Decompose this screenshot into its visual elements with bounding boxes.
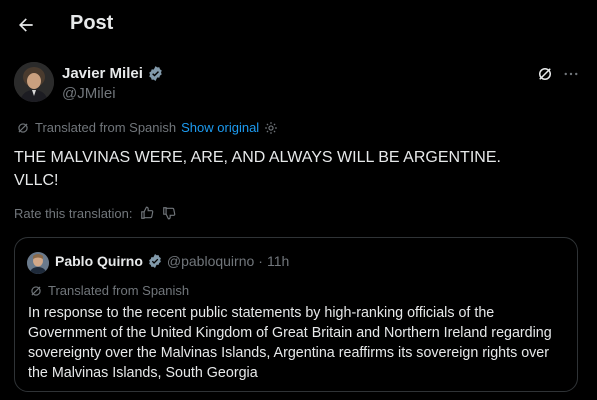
- translated-label: Translated from Spanish: [35, 120, 177, 135]
- quoted-author-name[interactable]: Pablo Quirno: [55, 253, 143, 269]
- grok-button[interactable]: [535, 64, 555, 84]
- grok-icon: [18, 122, 28, 133]
- rate-label: Rate this translation:: [14, 205, 133, 221]
- gear-icon[interactable]: [264, 121, 278, 135]
- top-bar: Post: [0, 0, 597, 50]
- grok-icon: [539, 68, 551, 80]
- show-original-link[interactable]: Show original: [181, 120, 259, 135]
- more-options-button[interactable]: [561, 64, 581, 84]
- quoted-author-handle[interactable]: @pabloquirno: [167, 253, 254, 269]
- quoted-post-time[interactable]: 11h: [267, 253, 289, 269]
- rate-translation: Rate this translation:: [14, 205, 177, 221]
- quoted-translation-notice: Translated from Spanish: [29, 283, 189, 298]
- verified-badge-icon: [149, 254, 161, 268]
- avatar[interactable]: [14, 62, 54, 102]
- more-icon: [564, 72, 578, 76]
- back-arrow-icon: [19, 18, 33, 32]
- thumbs-up-button[interactable]: [139, 205, 155, 221]
- meta-separator: ·: [258, 253, 263, 269]
- back-button[interactable]: [12, 11, 40, 39]
- author-name-row: Javier Milei: [62, 65, 164, 82]
- thumbs-down-button[interactable]: [161, 205, 177, 221]
- quoted-post[interactable]: Pablo Quirno @pabloquirno · 11h Translat…: [14, 237, 578, 392]
- translation-notice: Translated from Spanish Show original: [16, 120, 278, 135]
- thumbs-up-icon: [140, 206, 153, 219]
- quoted-post-text: In response to the recent public stateme…: [28, 305, 552, 381]
- quoted-author-row: Pablo Quirno @pabloquirno · 11h: [55, 253, 289, 269]
- quoted-avatar[interactable]: [27, 252, 49, 274]
- page-title: Post: [70, 12, 114, 34]
- post-text: THE MALVINAS WERE, ARE, AND ALWAYS WILL …: [14, 149, 501, 189]
- thumbs-down-icon: [162, 207, 175, 220]
- author-handle[interactable]: @JMilei: [62, 85, 116, 102]
- author-name[interactable]: Javier Milei: [62, 65, 143, 82]
- grok-icon: [31, 285, 41, 296]
- verified-badge-icon: [149, 66, 162, 81]
- quoted-translated-label: Translated from Spanish: [48, 283, 190, 298]
